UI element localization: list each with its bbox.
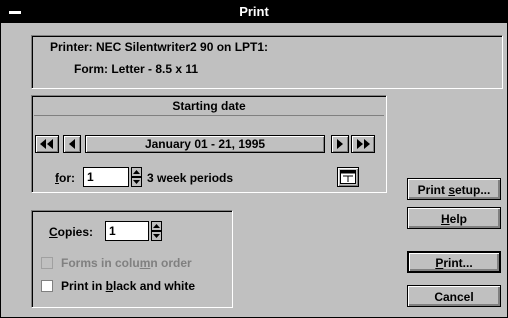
system-menu-icon[interactable] [9,11,21,14]
black-and-white-checkbox[interactable] [41,280,53,292]
left-arrow-icon [69,139,75,149]
forms-in-column-order-label: Forms in column order [61,256,192,270]
right-arrow-icon [337,139,343,149]
period-count-input[interactable]: 1 [83,167,129,187]
calendar-button[interactable] [337,167,359,187]
copies-spinner[interactable] [151,221,162,241]
printer-name: Printer: NEC Silentwriter2 90 on LPT1: [50,40,269,54]
forms-in-column-order-checkbox[interactable] [41,257,53,269]
next-period-button[interactable] [331,135,349,153]
calendar-icon [340,170,356,184]
spin-up-icon[interactable] [131,167,142,177]
first-period-button[interactable] [35,135,59,153]
printer-info-panel: Printer: NEC Silentwriter2 90 on LPT1: F… [31,35,503,89]
print-dialog: Print Printer: NEC Silentwriter2 90 on L… [0,0,508,318]
date-range-display: January 01 - 21, 1995 [85,135,325,153]
print-setup-button[interactable]: Print setup... [407,178,501,200]
window-title: Print [239,4,269,19]
help-button[interactable]: Help [407,207,501,229]
copies-input[interactable]: 1 [105,221,149,241]
double-right-arrow-icon [357,139,370,149]
copies-spin-up-icon[interactable] [151,221,162,231]
last-period-button[interactable] [351,135,375,153]
title-bar: Print [1,1,507,23]
for-label: for: [55,171,75,185]
spin-down-icon[interactable] [131,177,142,187]
starting-date-header: Starting date [34,98,384,116]
copies-spin-down-icon[interactable] [151,231,162,241]
black-and-white-label: Print in black and white [61,279,196,293]
print-button[interactable]: Print... [407,251,501,273]
copies-label: Copies: [49,225,94,239]
previous-period-button[interactable] [63,135,81,153]
double-left-arrow-icon [40,139,53,149]
period-count-spinner[interactable] [131,167,142,187]
cancel-button[interactable]: Cancel [407,285,501,307]
period-label: 3 week periods [147,171,234,185]
form-name: Form: Letter - 8.5 x 11 [74,62,199,76]
